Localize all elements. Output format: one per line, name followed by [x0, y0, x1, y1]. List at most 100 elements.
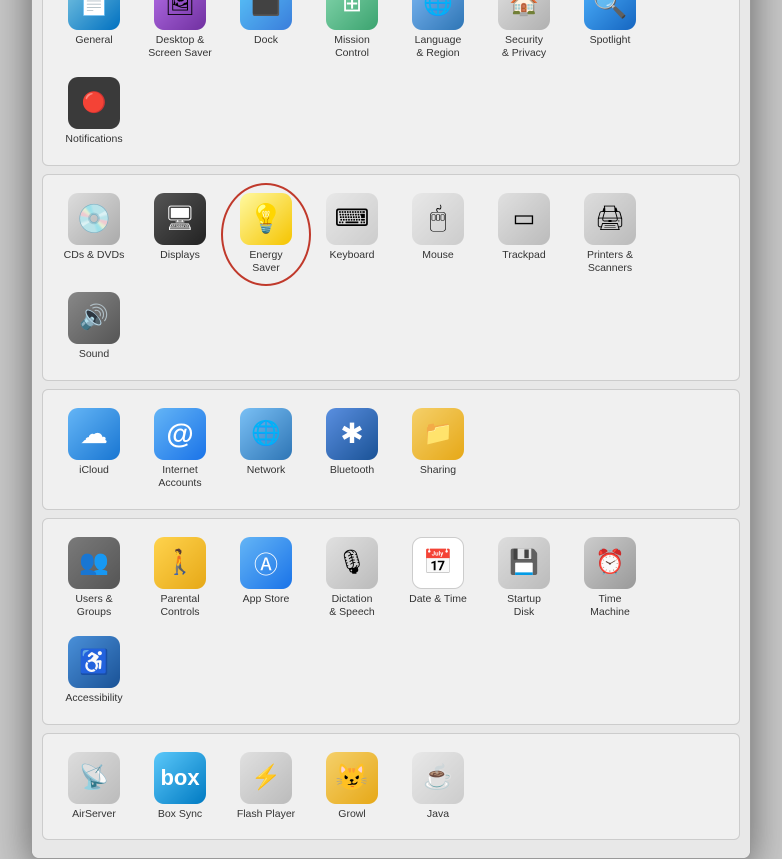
- dock-icon: ⬛: [240, 0, 292, 30]
- pref-item-printers[interactable]: 🖨 Printers &Scanners: [569, 187, 651, 282]
- language-icon: 🌐: [412, 0, 464, 30]
- other-section: 📡 AirServer box Box Sync ⚡ Flash Player …: [42, 733, 740, 841]
- pref-item-trackpad[interactable]: ▭ Trackpad: [483, 187, 565, 282]
- pref-item-mouse[interactable]: 🖱 Mouse: [397, 187, 479, 282]
- pref-item-dictation[interactable]: 🎙 Dictation& Speech: [311, 531, 393, 626]
- pref-item-spotlight[interactable]: 🔍 Spotlight: [569, 0, 651, 67]
- parental-label: ParentalControls: [160, 593, 199, 620]
- sound-icon: 🔊: [68, 292, 120, 344]
- pref-item-icloud[interactable]: ☁ iCloud: [53, 402, 135, 497]
- network-icon: 🌐: [240, 408, 292, 460]
- flash-icon: ⚡: [240, 752, 292, 804]
- desktop-icon: 🖼: [154, 0, 206, 30]
- sharing-label: Sharing: [420, 464, 456, 478]
- java-icon: ☕: [412, 752, 464, 804]
- energy-label: EnergySaver: [249, 249, 282, 276]
- pref-item-appstore[interactable]: Ⓐ App Store: [225, 531, 307, 626]
- pref-item-box[interactable]: box Box Sync: [139, 746, 221, 828]
- printers-icon: 🖨: [584, 193, 636, 245]
- network-label: Network: [247, 464, 286, 478]
- mouse-label: Mouse: [422, 249, 454, 263]
- startup-icon: 💾: [498, 537, 550, 589]
- java-label: Java: [427, 808, 449, 822]
- hardware-section: 💿 CDs & DVDs 🖥 Displays 💡 EnergySaver ⌨: [42, 174, 740, 381]
- pref-item-network[interactable]: 🌐 Network: [225, 402, 307, 497]
- internet-icon: @: [154, 408, 206, 460]
- trackpad-icon: ▭: [498, 193, 550, 245]
- trackpad-label: Trackpad: [502, 249, 545, 263]
- pref-item-sharing[interactable]: 📁 Sharing: [397, 402, 479, 497]
- internet-label: InternetAccounts: [158, 464, 201, 491]
- pref-item-language[interactable]: 🌐 Language& Region: [397, 0, 479, 67]
- airserver-label: AirServer: [72, 808, 116, 822]
- system-preferences-window: System Preferences ◀ ▶ Show All 🔍 📄 Gene…: [31, 0, 751, 859]
- pref-item-airserver[interactable]: 📡 AirServer: [53, 746, 135, 828]
- displays-icon: 🖥: [154, 193, 206, 245]
- spotlight-icon: 🔍: [584, 0, 636, 30]
- datetime-label: Date & Time: [409, 593, 467, 607]
- users-icon: 👥: [68, 537, 120, 589]
- general-icon: 📄: [68, 0, 120, 30]
- accessibility-label: Accessibility: [65, 692, 122, 706]
- pref-item-dock[interactable]: ⬛ Dock: [225, 0, 307, 67]
- pref-item-java[interactable]: ☕ Java: [397, 746, 479, 828]
- pref-item-keyboard[interactable]: ⌨ Keyboard: [311, 187, 393, 282]
- cds-icon: 💿: [68, 193, 120, 245]
- cds-label: CDs & DVDs: [64, 249, 125, 263]
- icloud-label: iCloud: [79, 464, 109, 478]
- dictation-label: Dictation& Speech: [329, 593, 375, 620]
- growl-icon: 😼: [326, 752, 378, 804]
- keyboard-label: Keyboard: [330, 249, 375, 263]
- pref-item-desktop[interactable]: 🖼 Desktop &Screen Saver: [139, 0, 221, 67]
- pref-item-accessibility[interactable]: ♿ Accessibility: [53, 630, 135, 712]
- pref-item-growl[interactable]: 😼 Growl: [311, 746, 393, 828]
- pref-item-timemachine[interactable]: ⏰ TimeMachine: [569, 531, 651, 626]
- flash-label: Flash Player: [237, 808, 295, 822]
- pref-item-users[interactable]: 👥 Users &Groups: [53, 531, 135, 626]
- pref-item-datetime[interactable]: 📅 Date & Time: [397, 531, 479, 626]
- pref-item-parental[interactable]: 🚶 ParentalControls: [139, 531, 221, 626]
- mouse-icon: 🖱: [412, 193, 464, 245]
- general-label: General: [75, 34, 112, 48]
- pref-item-sound[interactable]: 🔊 Sound: [53, 286, 135, 368]
- appstore-label: App Store: [243, 593, 290, 607]
- timemachine-icon: ⏰: [584, 537, 636, 589]
- pref-item-internet[interactable]: @ InternetAccounts: [139, 402, 221, 497]
- parental-icon: 🚶: [154, 537, 206, 589]
- accessibility-icon: ♿: [68, 636, 120, 688]
- mission-icon: ⊞: [326, 0, 378, 30]
- pref-item-notifications[interactable]: 🔴 Notifications: [53, 71, 135, 153]
- desktop-label: Desktop &Screen Saver: [148, 34, 212, 61]
- personal-section: 📄 General 🖼 Desktop &Screen Saver ⬛ Dock…: [42, 0, 740, 166]
- growl-label: Growl: [338, 808, 365, 822]
- pref-item-general[interactable]: 📄 General: [53, 0, 135, 67]
- preferences-content: 📄 General 🖼 Desktop &Screen Saver ⬛ Dock…: [32, 0, 750, 858]
- sound-label: Sound: [79, 348, 109, 362]
- bluetooth-label: Bluetooth: [330, 464, 374, 478]
- language-label: Language& Region: [415, 34, 462, 61]
- users-label: Users &Groups: [75, 593, 112, 620]
- notifications-icon: 🔴: [68, 77, 120, 129]
- pref-item-startup[interactable]: 💾 StartupDisk: [483, 531, 565, 626]
- appstore-icon: Ⓐ: [240, 537, 292, 589]
- printers-label: Printers &Scanners: [587, 249, 633, 276]
- keyboard-icon: ⌨: [326, 193, 378, 245]
- pref-item-flash[interactable]: ⚡ Flash Player: [225, 746, 307, 828]
- pref-item-security[interactable]: 🏠 Security& Privacy: [483, 0, 565, 67]
- box-icon: box: [154, 752, 206, 804]
- pref-item-energy[interactable]: 💡 EnergySaver: [225, 187, 307, 282]
- energy-icon: 💡: [240, 193, 292, 245]
- internet-section: ☁ iCloud @ InternetAccounts 🌐 Network ✱: [42, 389, 740, 510]
- pref-item-cds[interactable]: 💿 CDs & DVDs: [53, 187, 135, 282]
- icloud-icon: ☁: [68, 408, 120, 460]
- displays-label: Displays: [160, 249, 200, 263]
- pref-item-bluetooth[interactable]: ✱ Bluetooth: [311, 402, 393, 497]
- startup-label: StartupDisk: [507, 593, 541, 620]
- datetime-icon: 📅: [412, 537, 464, 589]
- notifications-label: Notifications: [65, 133, 122, 147]
- pref-item-mission[interactable]: ⊞ MissionControl: [311, 0, 393, 67]
- pref-item-displays[interactable]: 🖥 Displays: [139, 187, 221, 282]
- mission-label: MissionControl: [334, 34, 370, 61]
- security-label: Security& Privacy: [502, 34, 546, 61]
- system-section: 👥 Users &Groups 🚶 ParentalControls Ⓐ App…: [42, 518, 740, 725]
